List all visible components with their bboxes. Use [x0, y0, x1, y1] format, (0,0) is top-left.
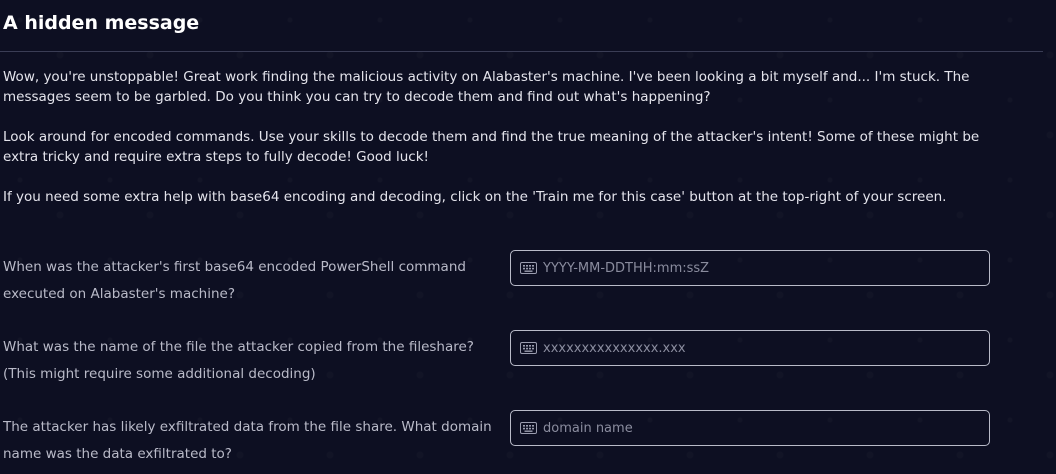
intro-paragraph-3: If you need some extra help with base64 …	[3, 189, 947, 205]
keyboard-icon	[520, 342, 537, 354]
intro-paragraph-2: Look around for encoded commands. Use yo…	[3, 129, 980, 165]
keyboard-icon	[520, 422, 537, 434]
case-panel: A hidden message Wow, you're unstoppable…	[0, 0, 1049, 207]
page-title: A hidden message	[3, 12, 200, 34]
answer-box-2[interactable]	[510, 330, 990, 366]
keyboard-icon	[520, 262, 537, 274]
question-row-1: When was the attacker's first base64 enc…	[3, 250, 1003, 314]
question-row-2: What was the name of the file the attack…	[3, 330, 1003, 394]
answer-input-2[interactable]	[543, 333, 989, 363]
title-divider	[0, 51, 1043, 52]
question-label-1: When was the attacker's first base64 enc…	[3, 259, 466, 302]
answer-box-3[interactable]	[510, 410, 990, 446]
answer-input-1[interactable]	[543, 253, 989, 283]
answer-box-1[interactable]	[510, 250, 990, 286]
question-row-3: The attacker has likely exfiltrated data…	[3, 410, 1003, 474]
intro-paragraph-1: Wow, you're unstoppable! Great work find…	[3, 69, 970, 105]
question-label-2: What was the name of the file the attack…	[3, 339, 474, 382]
answer-input-3[interactable]	[543, 413, 989, 443]
question-label-3: The attacker has likely exfiltrated data…	[3, 419, 492, 462]
